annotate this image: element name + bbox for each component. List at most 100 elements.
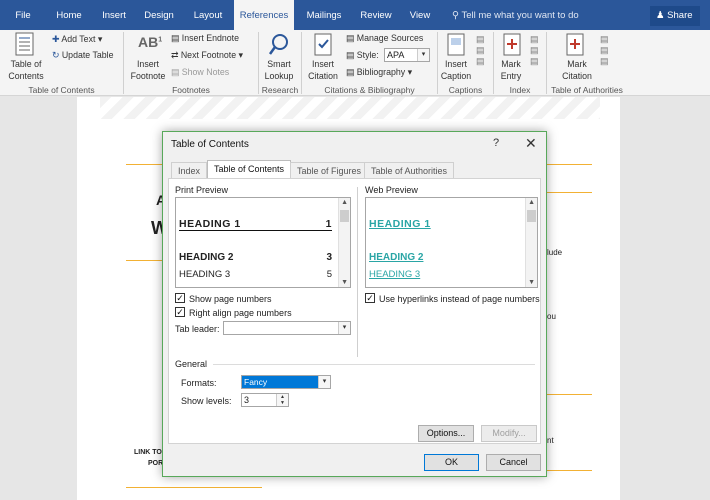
- scroll-up-icon[interactable]: ▲: [528, 199, 535, 206]
- formats-dropdown[interactable]: Fancy ▾: [241, 375, 331, 389]
- toc-tab-panel: Print Preview HEADING 11 HEADING 23 HEAD…: [168, 178, 541, 444]
- print-entry-3: HEADING 35: [179, 269, 332, 280]
- index-small-icons[interactable]: ▤ ▤ ▤: [530, 34, 539, 67]
- insert-citation-icon: [314, 33, 332, 56]
- formats-label: Formats:: [181, 378, 217, 388]
- tab-references[interactable]: References: [234, 0, 294, 30]
- bibliography-icon: ▤: [346, 67, 357, 77]
- chevron-down-icon: ▾: [318, 376, 330, 388]
- insert-caption-button[interactable]: Insert Caption: [438, 58, 474, 82]
- page-header-pattern: [100, 97, 600, 119]
- show-page-numbers-label: Show page numbers: [189, 294, 272, 304]
- group-label-captions: Captions: [448, 85, 483, 95]
- use-hyperlinks-checkbox[interactable]: ✓: [365, 293, 375, 303]
- show-levels-label: Show levels:: [181, 396, 232, 406]
- chevron-down-icon: ▾: [417, 49, 429, 61]
- web-entry-1[interactable]: HEADING 1: [369, 218, 431, 230]
- document-margin-area: [620, 97, 710, 500]
- smart-lookup-button[interactable]: Smart Lookup: [261, 58, 297, 82]
- print-entry-2: HEADING 23: [179, 252, 332, 263]
- orange-rule: [544, 470, 592, 471]
- group-label-toc: Table of Contents: [28, 85, 95, 95]
- chevron-down-icon: ▾: [338, 322, 350, 334]
- tab-file[interactable]: File: [8, 0, 38, 30]
- group-label-authorities: Table of Authorities: [551, 85, 623, 95]
- help-icon[interactable]: ?: [493, 137, 499, 149]
- orange-rule: [126, 164, 166, 165]
- tab-leader-dropdown[interactable]: ▾: [223, 321, 351, 335]
- group-label-index: Index: [509, 85, 531, 95]
- cancel-button[interactable]: Cancel: [486, 454, 541, 471]
- scroll-thumb[interactable]: [340, 210, 349, 222]
- tab-insert[interactable]: Insert: [96, 0, 132, 30]
- show-notes-button[interactable]: ▤ Show Notes: [171, 67, 229, 78]
- tab-layout[interactable]: Layout: [188, 0, 228, 30]
- update-table-button[interactable]: ↻ Update Table: [52, 50, 114, 61]
- doc-text-fragment: ou: [547, 312, 556, 321]
- modify-button[interactable]: Modify...: [481, 425, 537, 442]
- tab-table-of-authorities[interactable]: Table of Authorities: [364, 162, 455, 178]
- close-icon[interactable]: ✕: [525, 135, 537, 152]
- authorities-small-icons[interactable]: ▤ ▤ ▤: [600, 34, 609, 67]
- group-label-research: Research: [261, 85, 299, 95]
- group-label-citations: Citations & Bibliography: [324, 85, 415, 95]
- web-preview-scrollbar[interactable]: ▲ ▼: [525, 198, 537, 287]
- tab-view[interactable]: View: [404, 0, 436, 30]
- web-preview-box: HEADING 1 HEADING 2 HEADING 3 ▲ ▼: [365, 197, 538, 288]
- style-dropdown[interactable]: APA ▾: [384, 48, 430, 62]
- tell-me-text: Tell me what you want to do: [461, 10, 579, 21]
- use-hyperlinks-label: Use hyperlinks instead of page numbers: [379, 294, 540, 304]
- tab-mailings[interactable]: Mailings: [300, 0, 348, 30]
- person-icon: ♟: [656, 10, 665, 21]
- ok-button[interactable]: OK: [424, 454, 479, 471]
- scroll-up-icon[interactable]: ▲: [341, 199, 348, 206]
- insert-caption-icon: [447, 33, 465, 56]
- add-text-button[interactable]: ✚ Add Text ▾: [52, 34, 102, 45]
- scroll-down-icon[interactable]: ▼: [528, 279, 535, 286]
- next-footnote-button[interactable]: ⇄ Next Footnote ▾: [171, 50, 243, 61]
- column-divider: [357, 187, 358, 357]
- tab-review[interactable]: Review: [356, 0, 396, 30]
- tab-table-of-figures[interactable]: Table of Figures: [290, 162, 369, 178]
- tab-index[interactable]: Index: [171, 162, 208, 178]
- show-page-numbers-checkbox[interactable]: ✓: [175, 293, 185, 303]
- mark-entry-button[interactable]: Mark Entry: [496, 58, 526, 82]
- doc-text-fragment: lude: [547, 248, 563, 257]
- orange-rule: [544, 192, 592, 193]
- doc-text-fragment: nt: [547, 436, 554, 445]
- mark-citation-button[interactable]: Mark Citation: [557, 58, 597, 82]
- tab-design[interactable]: Design: [140, 0, 178, 30]
- scroll-thumb[interactable]: [527, 210, 536, 222]
- options-button[interactable]: Options...: [418, 425, 474, 442]
- ribbon-references: Table of Contents ✚ Add Text ▾ ↻ Update …: [0, 30, 710, 96]
- ribbon-tab-bar: File Home Insert Design Layout Reference…: [0, 0, 710, 30]
- web-entry-3[interactable]: HEADING 3: [369, 269, 420, 280]
- bibliography-button[interactable]: ▤ Bibliography ▾: [346, 67, 412, 78]
- share-button[interactable]: ♟ Share: [650, 6, 700, 26]
- tab-home[interactable]: Home: [50, 0, 88, 30]
- print-preview-box: HEADING 11 HEADING 23 HEADING 35 ▲ ▼: [175, 197, 351, 288]
- orange-rule: [544, 164, 592, 165]
- show-notes-icon: ▤: [171, 67, 182, 77]
- orange-rule: [544, 394, 592, 395]
- spinner-arrows-icon[interactable]: ▲ ▼: [276, 394, 288, 406]
- scroll-down-icon[interactable]: ▼: [341, 279, 348, 286]
- show-levels-spinner[interactable]: 3 ▲ ▼: [241, 393, 289, 407]
- tell-me-box[interactable]: ⚲ Tell me what you want to do: [452, 0, 579, 30]
- web-entry-2[interactable]: HEADING 2: [369, 252, 423, 263]
- insert-endnote-button[interactable]: ▤ Insert Endnote: [171, 33, 239, 44]
- right-align-checkbox[interactable]: ✓: [175, 307, 185, 317]
- insert-citation-button[interactable]: Insert Citation: [302, 58, 344, 82]
- print-preview-scrollbar[interactable]: ▲ ▼: [338, 198, 350, 287]
- table-of-contents-button[interactable]: Table of Contents: [4, 58, 48, 82]
- manage-sources-button[interactable]: ▤ Manage Sources: [346, 33, 423, 44]
- print-entry-1: HEADING 11: [179, 218, 332, 231]
- group-label-footnotes: Footnotes: [172, 85, 210, 95]
- orange-rule: [126, 487, 262, 488]
- insert-endnote-icon: ▤: [171, 33, 182, 43]
- tab-table-of-contents[interactable]: Table of Contents: [207, 160, 292, 179]
- insert-footnote-button[interactable]: Insert Footnote: [128, 58, 168, 82]
- next-footnote-icon: ⇄: [171, 50, 181, 60]
- caption-small-icons[interactable]: ▤ ▤ ▤: [476, 34, 485, 67]
- style-label: ▤ Style:: [346, 50, 379, 60]
